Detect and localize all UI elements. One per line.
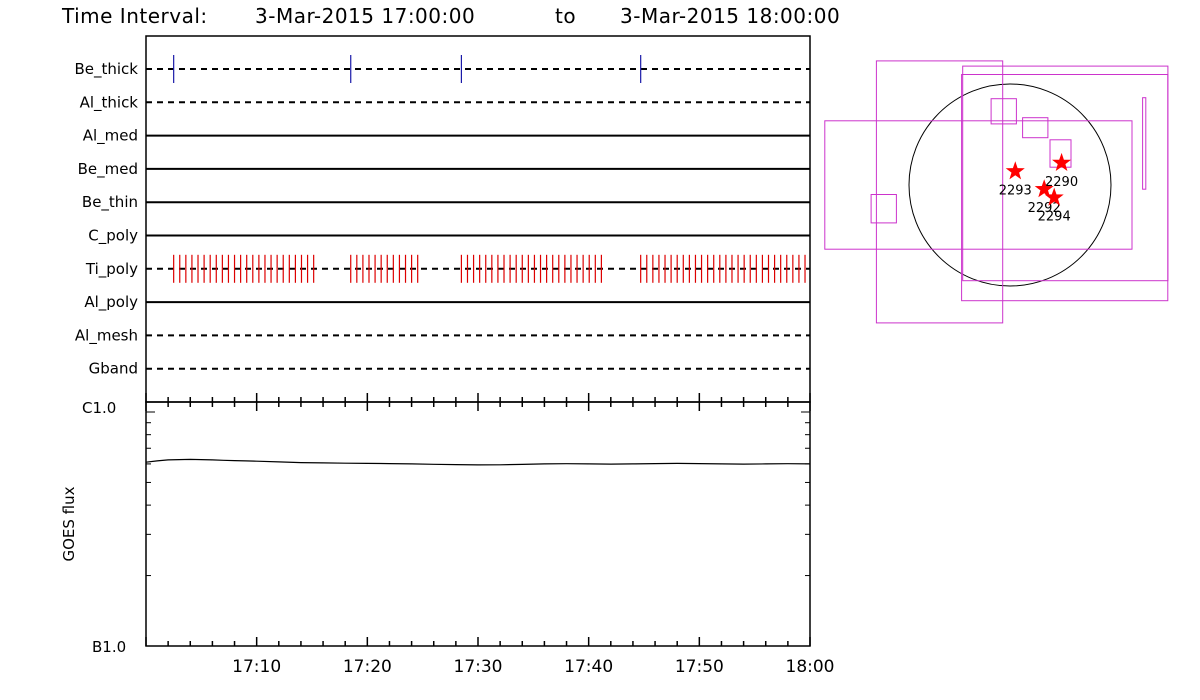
filter-panel-frame: [145, 35, 811, 403]
filter-label-be_thick: Be_thick: [74, 60, 138, 79]
filter-label-be_thin: Be_thin: [82, 193, 138, 212]
active-region-star: [1052, 152, 1072, 171]
filter-label-ti_poly: Ti_poly: [85, 260, 138, 279]
fov-box: [1142, 97, 1147, 190]
filter-timeline-panel: Be_thick Al_thick Al_med Be_med Be_thin C_pol…: [74, 35, 811, 403]
ospex-overview-plot: Time Interval: 3-Mar-2015 17:00:00 to 3-…: [60, 4, 1169, 677]
solar-disk-map: 2290229322922294: [824, 60, 1169, 324]
filter-label-al_med: Al_med: [83, 127, 138, 146]
active-region-star: [1005, 161, 1025, 180]
goes-x-tick-labels: 17:10 17:20 17:30 17:40 17:50 18:00: [232, 657, 834, 677]
active-region-label: 2294: [1038, 210, 1071, 225]
filter-label-c_poly: C_poly: [88, 227, 138, 246]
filter-label-be_med: Be_med: [78, 160, 138, 179]
filter-label-gband: Gband: [89, 360, 138, 378]
fov-box: [990, 98, 1017, 125]
goes-flux-panel: C1.0 B1.0 GOES flux 17:10 17:20 17:30 17:40…: [60, 399, 835, 677]
active-region-label: 2293: [999, 183, 1032, 198]
interval-end: 3-Mar-2015 18:00:00: [620, 4, 840, 28]
goes-axes: [145, 402, 811, 647]
x-tick-label: 17:40: [564, 657, 613, 677]
goes-panel-frame: [145, 401, 811, 647]
goes-flux-series: [145, 458, 811, 466]
fov-box: [824, 120, 1133, 250]
active-region-markers: 2290229322922294: [999, 152, 1078, 225]
goes-y-axis-label: GOES flux: [60, 486, 78, 561]
fov-box: [875, 60, 1004, 324]
filter-label-al_mesh: Al_mesh: [75, 326, 138, 345]
x-tick-label: 17:30: [454, 657, 503, 677]
x-tick-label: 17:50: [675, 657, 724, 677]
interval-joiner: to: [555, 4, 576, 28]
fov-box: [870, 194, 897, 224]
y-tick-label-c1: C1.0: [82, 399, 116, 417]
x-tick-label: 18:00: [786, 657, 835, 677]
y-tick-label-b1: B1.0: [92, 638, 126, 656]
image-fov-boxes: [824, 60, 1169, 324]
x-tick-label: 17:10: [232, 657, 281, 677]
interval-start: 3-Mar-2015 17:00:00: [255, 4, 475, 28]
x-tick-label: 17:20: [343, 657, 392, 677]
time-interval-title: Time Interval: 3-Mar-2015 17:00:00 to 3-…: [61, 4, 840, 28]
filter-label-al_thick: Al_thick: [80, 93, 139, 112]
filter-rows: Be_thick Al_thick Al_med Be_med Be_thin C_pol…: [74, 55, 811, 402]
filter-label-al_poly: Al_poly: [84, 293, 138, 312]
time-interval-label: Time Interval:: [61, 4, 208, 28]
